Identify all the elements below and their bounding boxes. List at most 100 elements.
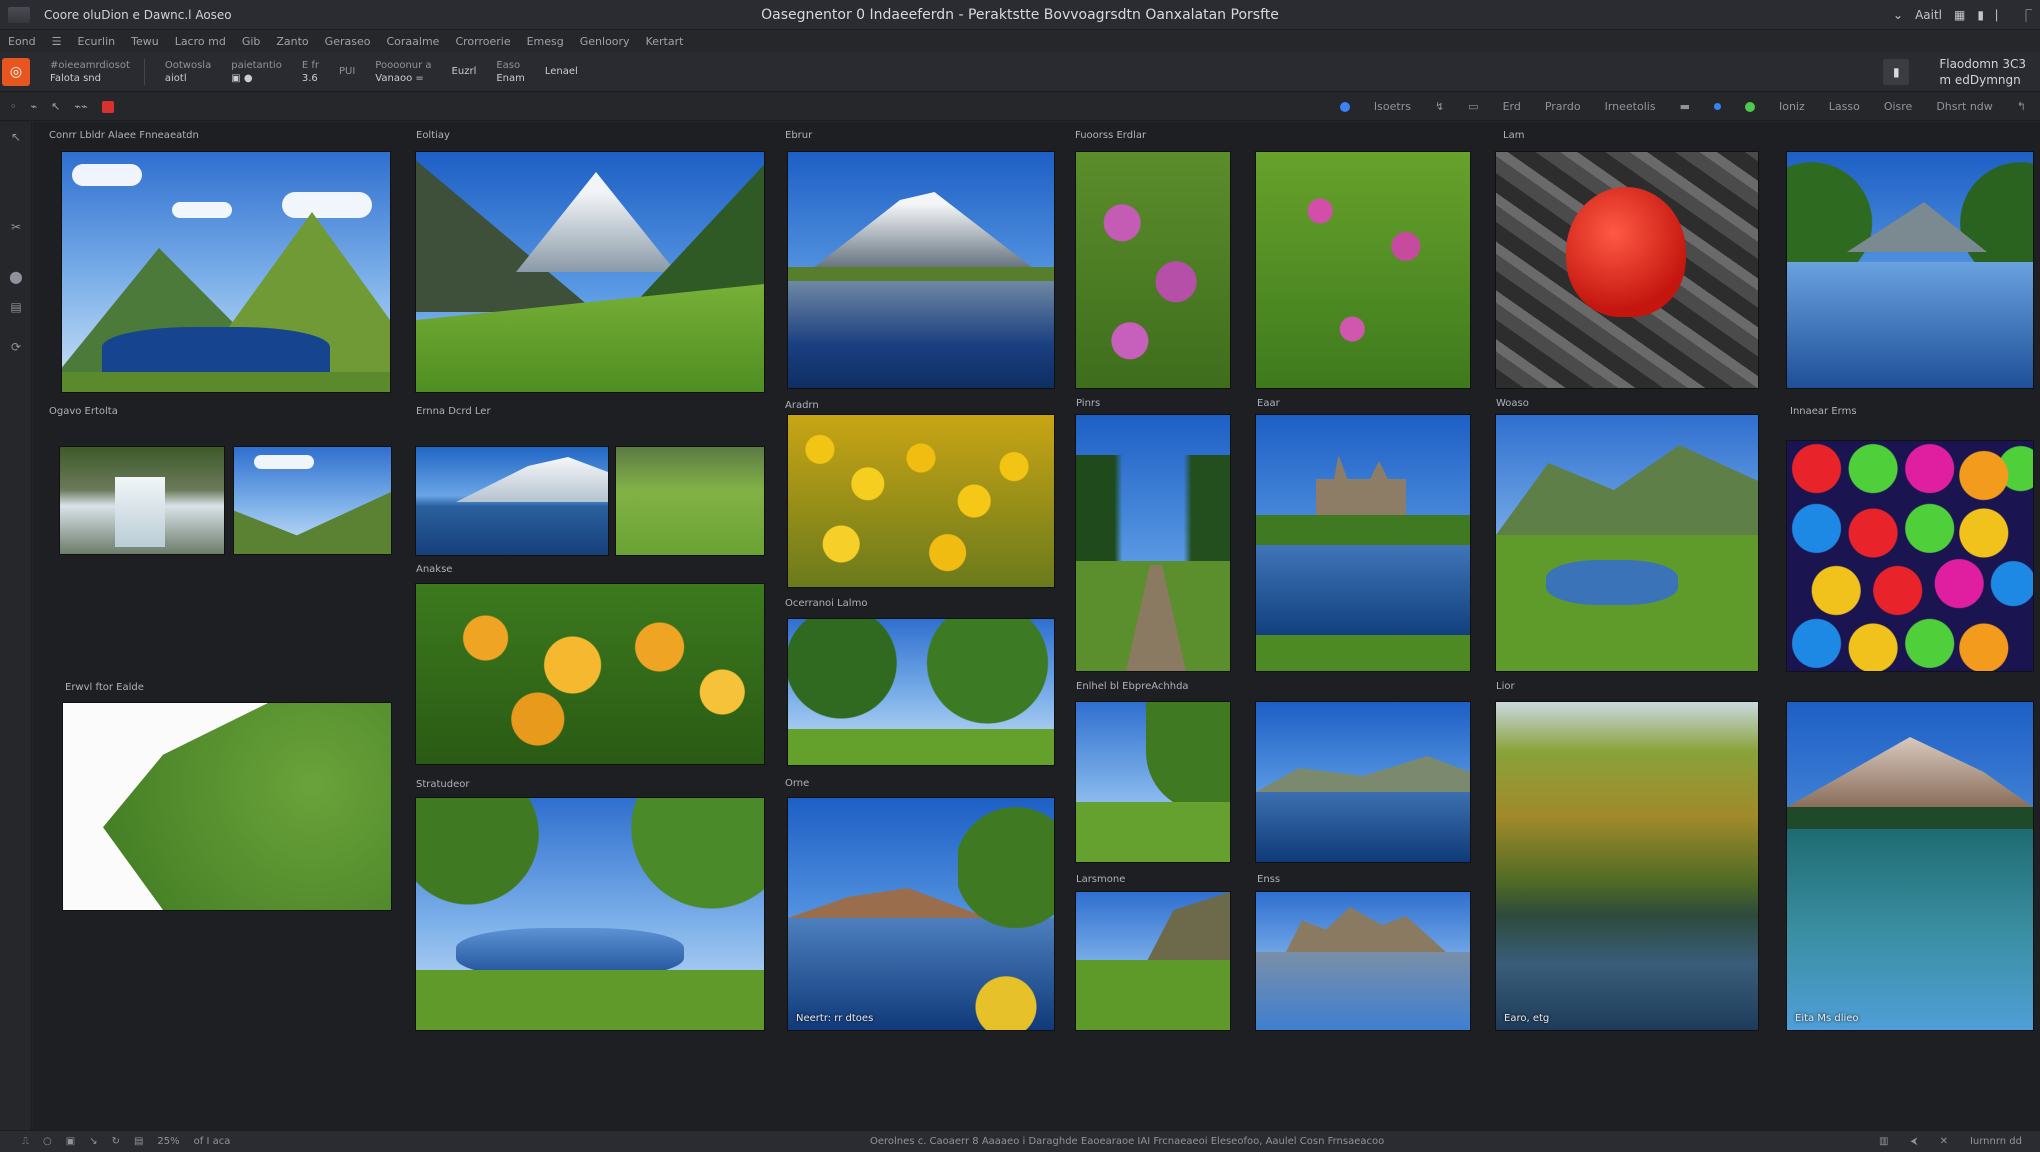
image-tile-castle-reflection[interactable] <box>1256 892 1470 1030</box>
wave-icon[interactable]: ⌁ <box>31 100 38 113</box>
image-tile-lake-shore[interactable]: Neertr: rr dtoes <box>788 798 1054 1030</box>
blue-status-icon[interactable] <box>1339 101 1350 112</box>
toolbar-item[interactable]: Ioniz <box>1779 100 1805 113</box>
toolbar-item[interactable]: Isoetrs <box>1374 100 1411 113</box>
grid-icon[interactable]: ▦ <box>1954 8 1965 22</box>
toolbar-item[interactable]: Erd <box>1503 100 1521 113</box>
image-tile-mountain-mirror[interactable]: Eita Ms dlieo <box>1787 702 2033 1030</box>
zoom-level[interactable]: 25% <box>157 1136 179 1147</box>
image-tile-yellow-flowers[interactable] <box>788 415 1054 587</box>
maximize-button[interactable]: ⎸ <box>1996 8 2008 23</box>
account-label[interactable]: Aaitl <box>1915 8 1942 22</box>
menu-item-genloory[interactable]: Genloory <box>572 35 638 48</box>
image-tile-tulips[interactable] <box>416 584 764 764</box>
close-button[interactable]: ⎾ <box>2020 7 2032 24</box>
lightning-icon[interactable]: ↯ <box>1435 100 1444 113</box>
image-tile-hills-clouds[interactable] <box>234 447 391 554</box>
image-tile-forest-pond[interactable] <box>416 798 764 1030</box>
app-menu-icon[interactable] <box>8 6 30 23</box>
list-icon[interactable]: ▤ <box>134 1136 143 1147</box>
menu-item-tewu[interactable]: Tewu <box>123 35 167 48</box>
image-tile-rocky-grass[interactable] <box>1076 892 1230 1030</box>
crop-tool-icon[interactable]: ✂ <box>0 212 32 242</box>
brush-tool-icon[interactable]: ⬤ <box>0 262 32 292</box>
panel-icon[interactable]: ▥ <box>1879 1136 1888 1147</box>
layers-icon[interactable]: ◦ <box>10 100 17 113</box>
menu-item-geraseo[interactable]: Geraseo <box>317 35 379 48</box>
menu-item-emesg[interactable]: Emesg <box>519 35 572 48</box>
menu-item-kertart[interactable]: Kertart <box>638 35 692 48</box>
option-ease[interactable]: Easo Enam <box>496 59 525 85</box>
image-tile-mountain-reflection[interactable] <box>788 152 1054 388</box>
image-tile-glacier-lake[interactable] <box>416 447 608 555</box>
app-logo-icon[interactable]: ◎ <box>2 57 30 86</box>
option-label: PUI <box>338 66 356 77</box>
frame-icon[interactable]: ▭ <box>1468 100 1478 113</box>
pointer-icon[interactable]: ↖ <box>51 100 60 113</box>
image-tile-sunny-meadow[interactable] <box>1076 702 1230 862</box>
menu-item-eond[interactable]: Eond <box>0 35 44 48</box>
chevron-down-icon[interactable]: ⌄ <box>1893 8 1903 22</box>
option-label: Easo <box>496 59 521 71</box>
image-tile-calm-lake[interactable] <box>1256 702 1470 862</box>
arrow-icon[interactable]: ↘ <box>89 1136 97 1147</box>
image-tile-lakeside-trees[interactable] <box>1787 152 2033 388</box>
image-tile-waterfall[interactable] <box>60 447 224 554</box>
image-tile-wildflowers[interactable] <box>1256 152 1470 388</box>
close-icon[interactable]: ✕ <box>1940 1136 1948 1147</box>
tile-caption: Ocerranoi Lalmo <box>785 598 868 609</box>
small-blue-icon[interactable] <box>1713 103 1721 110</box>
option-blur[interactable]: Euzrl <box>452 65 477 78</box>
curve-icon[interactable]: ⌁⌁ <box>74 100 87 113</box>
tile-caption: Lior <box>1496 681 1515 692</box>
doc-icon[interactable]: ⎍ <box>22 1136 29 1147</box>
image-tile-castle-lake[interactable] <box>1256 415 1470 671</box>
back-icon[interactable]: ⮜ <box>1910 1136 1917 1147</box>
toolbar-item[interactable]: Dhsrt ndw <box>1936 100 1992 113</box>
image-tile-tree-meadow[interactable] <box>788 619 1054 765</box>
option-pui[interactable]: PUI <box>339 65 355 78</box>
option-mode[interactable]: Ootwosla aiotl <box>165 59 211 85</box>
menu-item-coraalme[interactable]: Coraalme <box>378 35 447 48</box>
rotate-tool-icon[interactable]: ⟳ <box>0 332 32 362</box>
option-label-button[interactable]: Lenael <box>545 65 578 78</box>
menu-item-ecurlin[interactable]: Ecurlin <box>70 35 124 48</box>
hamburger-icon[interactable]: ☰ <box>44 35 70 48</box>
refresh-icon[interactable]: ↻ <box>112 1136 120 1147</box>
status-bar: ⎍ ○ ▣ ↘ ↻ ▤ 25% of I aca Oerolnes c. Cao… <box>0 1130 2040 1152</box>
option-size[interactable]: E fr 3.6 <box>302 59 319 85</box>
bar-icon[interactable]: ▬ <box>1680 100 1690 113</box>
toolbar-item[interactable]: Lasso <box>1829 100 1860 113</box>
option-label: Poooonur a <box>375 59 432 71</box>
toolbar-item[interactable]: Irneetolis <box>1605 100 1656 113</box>
circle-icon[interactable]: ○ <box>43 1136 52 1147</box>
menu-item-gib[interactable]: Gib <box>234 35 269 48</box>
layer-tool-icon[interactable]: ▤ <box>0 292 32 322</box>
menu-item-lacro[interactable]: Lacro md <box>167 35 234 48</box>
image-tile-forest-path[interactable] <box>1076 415 1230 671</box>
minimize-button[interactable]: ▮ <box>1977 8 1984 22</box>
image-tile-valley-pond[interactable] <box>1496 415 1758 671</box>
return-icon[interactable]: ↰ <box>2017 100 2026 113</box>
image-tile-pink-flowers[interactable] <box>1076 152 1230 388</box>
image-tile-color-balls[interactable] <box>1787 441 2033 671</box>
option-sampling[interactable]: paietantio ▣ ● <box>231 59 282 85</box>
toolbar-item[interactable]: Oisre <box>1884 100 1913 113</box>
option-label: Lenael <box>544 66 578 77</box>
image-tile-green-slope[interactable] <box>616 447 764 555</box>
green-status-icon[interactable] <box>1744 101 1755 112</box>
pin-icon[interactable]: ▮ <box>1883 59 1910 85</box>
monitor-icon[interactable]: ▣ <box>66 1136 75 1147</box>
image-tile-autumn-lake[interactable]: Earo, etg <box>1496 702 1758 1030</box>
menu-item-crorroerie[interactable]: Crorroerie <box>447 35 518 48</box>
image-tile-alpine-meadow[interactable] <box>416 152 764 392</box>
option-preset[interactable]: #oieeamrdiosot Falota snd <box>50 59 130 85</box>
image-tile-valley-lake[interactable] <box>62 152 390 392</box>
record-icon[interactable] <box>101 100 114 113</box>
image-tile-strawberry-rocks[interactable] <box>1496 152 1758 388</box>
menu-item-zanto[interactable]: Zanto <box>268 35 316 48</box>
move-tool-icon[interactable]: ↖ <box>0 122 32 152</box>
toolbar-item[interactable]: Prardo <box>1545 100 1581 113</box>
option-opacity[interactable]: Poooonur a Vanaoo = <box>375 59 431 85</box>
image-tile-grass-hill[interactable] <box>63 703 391 910</box>
